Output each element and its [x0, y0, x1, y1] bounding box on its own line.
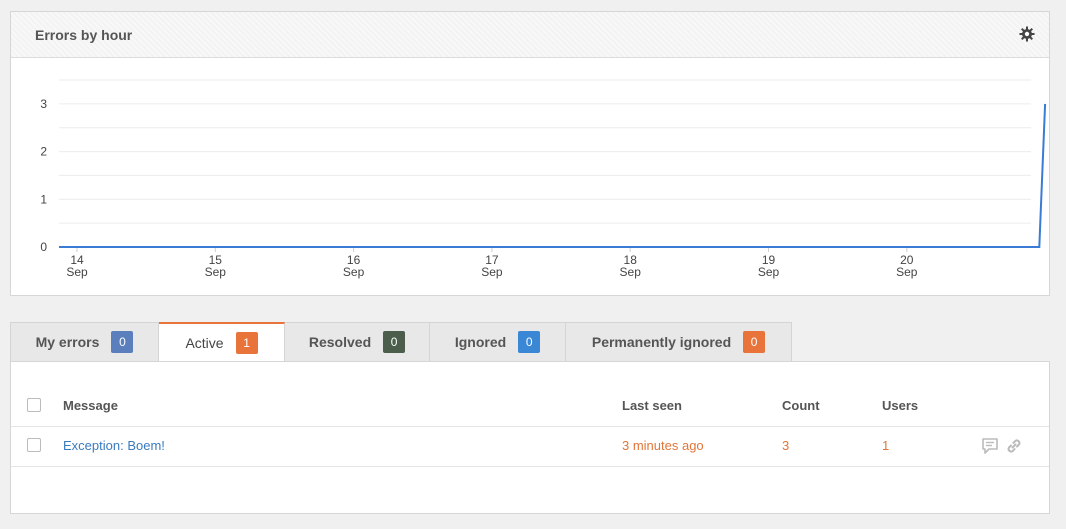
- table-header-row: Message Last seen Count Users: [11, 386, 1049, 427]
- tab-resolved[interactable]: Resolved 0: [285, 322, 430, 362]
- last-seen-value: 3 minutes ago: [622, 438, 704, 453]
- table-row: Exception: Boem! 3 minutes ago 3 1: [11, 426, 1049, 467]
- chart-grid: [59, 79, 1031, 248]
- error-tabs: My errors 0 Active 1 Resolved 0 Ignored …: [10, 322, 792, 363]
- header-message: Message: [63, 398, 118, 413]
- header-last-seen: Last seen: [622, 398, 682, 413]
- tab-label: Active: [185, 335, 224, 351]
- x-tick-label-month: Sep: [620, 265, 642, 279]
- tab-count-badge: 0: [518, 331, 541, 353]
- tab-count-badge: 0: [383, 331, 406, 353]
- errors-table: Message Last seen Count Users Exception:…: [10, 361, 1050, 514]
- tab-count-badge: 0: [111, 331, 134, 353]
- tab-label: Ignored: [454, 334, 507, 350]
- row-checkbox[interactable]: [27, 438, 41, 452]
- panel-header: Errors by hour: [11, 12, 1049, 58]
- select-all-checkbox[interactable]: [27, 398, 41, 412]
- tab-ignored[interactable]: Ignored 0: [430, 322, 566, 362]
- tab-label: Permanently ignored: [591, 334, 732, 350]
- tab-active[interactable]: Active 1: [159, 322, 285, 363]
- errors-chart-panel: Errors by hour 0 1 2 3 14 Sep 15 Sep 16 Sep 17 Sep…: [10, 11, 1050, 296]
- y-tick-label: 1: [40, 192, 47, 206]
- gear-icon[interactable]: [1019, 26, 1035, 42]
- x-tick-label-month: Sep: [343, 265, 365, 279]
- y-tick-label: 2: [40, 145, 47, 159]
- y-tick-label: 0: [40, 240, 47, 254]
- header-count: Count: [782, 398, 820, 413]
- count-value: 3: [782, 438, 790, 453]
- errors-chart: 0 1 2 3 14Sep15Sep16Sep17Sep18Sep19Sep20Sep: [40, 79, 1047, 279]
- y-axis: 0 1 2 3: [40, 97, 47, 254]
- panel-title: Errors by hour: [35, 27, 133, 43]
- y-tick-label: 3: [40, 97, 47, 111]
- error-message-link[interactable]: Exception: Boem!: [63, 438, 165, 453]
- x-tick-label-month: Sep: [896, 265, 918, 279]
- header-users: Users: [882, 398, 919, 413]
- tab-count-badge: 1: [235, 332, 258, 354]
- users-value: 1: [882, 438, 890, 453]
- x-tick-label-month: Sep: [758, 265, 780, 279]
- x-tick-label-month: Sep: [481, 265, 503, 279]
- tab-label: Resolved: [308, 334, 372, 350]
- tab-my-errors[interactable]: My errors 0: [10, 322, 159, 362]
- tab-permanently-ignored[interactable]: Permanently ignored 0: [566, 322, 792, 362]
- x-tick-label-month: Sep: [66, 265, 88, 279]
- link-icon[interactable]: [1005, 437, 1023, 455]
- tab-count-badge: 0: [743, 331, 766, 353]
- tab-label: My errors: [35, 334, 100, 350]
- x-axis: 14Sep15Sep16Sep17Sep18Sep19Sep20Sep: [66, 247, 918, 279]
- x-tick-label-month: Sep: [205, 265, 227, 279]
- comment-icon[interactable]: [981, 437, 999, 455]
